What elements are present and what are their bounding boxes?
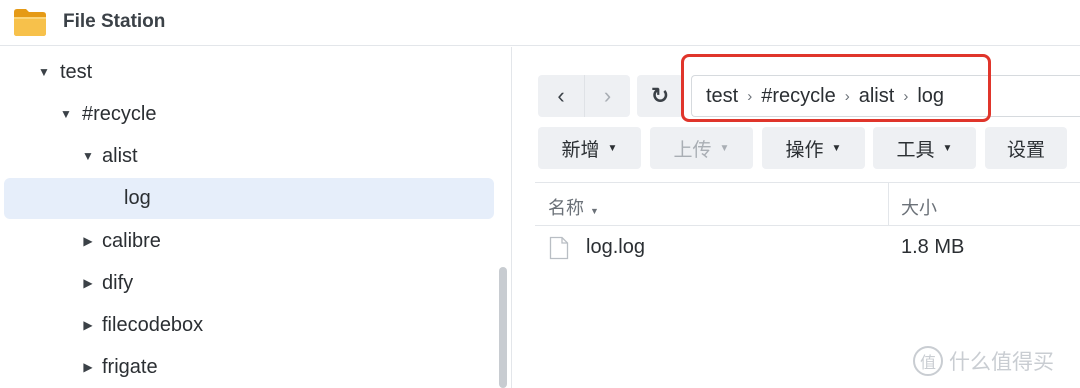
tree-item-label: #recycle: [82, 103, 157, 125]
tree-item-log[interactable]: log: [4, 178, 494, 219]
tree-item-calibre[interactable]: ▶ calibre: [4, 221, 494, 262]
create-button-label: 新增: [561, 139, 600, 161]
breadcrumb-separator: ›: [844, 87, 850, 105]
file-size: 1.8 MB: [901, 236, 965, 258]
upload-button-label: 上传: [673, 139, 712, 161]
file-list-header: 名称 ▼ 大小: [535, 182, 1080, 226]
settings-button-label: 设置: [1006, 139, 1045, 161]
breadcrumb-item[interactable]: log: [917, 85, 944, 108]
tree-item-label: frigate: [102, 356, 158, 378]
tools-button[interactable]: 工具 ▼: [873, 127, 976, 169]
file-station-window: File Station ▼ test ▼ #recycle ▼ alist l…: [0, 0, 1080, 388]
tree-item-filecodebox[interactable]: ▶ filecodebox: [4, 305, 494, 346]
watermark: 值 什么值得买: [913, 344, 1054, 378]
folder-tree: ▼ test ▼ #recycle ▼ alist log ▶ calibre …: [0, 47, 512, 388]
tree-item-test[interactable]: ▼ test: [4, 52, 494, 93]
file-pane: ‹ › ↻ test › #recycle › alist › log 新增 ▼ …: [513, 47, 1080, 388]
sort-caret-icon: ▼: [590, 206, 599, 216]
watermark-text: 什么值得买: [949, 351, 1054, 374]
column-divider[interactable]: [888, 183, 889, 225]
table-row[interactable]: log.log 1.8 MB: [535, 226, 1080, 270]
tree-item-label: log: [124, 187, 151, 209]
file-icon: [549, 236, 569, 260]
refresh-icon[interactable]: ↻: [637, 75, 683, 117]
caret-down-icon[interactable]: ▼: [36, 52, 52, 93]
tree-item-label: filecodebox: [102, 314, 204, 336]
tree-item-label: dify: [102, 272, 134, 294]
tree-item-label: calibre: [102, 230, 161, 252]
title-bar: File Station: [0, 0, 1080, 46]
caret-right-icon[interactable]: ▶: [80, 305, 96, 346]
tree-item-recycle[interactable]: ▼ #recycle: [4, 94, 494, 135]
breadcrumb-separator: ›: [747, 87, 753, 105]
chevron-left-icon[interactable]: ‹: [538, 75, 584, 117]
action-button[interactable]: 操作 ▼: [762, 127, 865, 169]
sidebar-scrollbar[interactable]: [497, 267, 509, 388]
caret-right-icon[interactable]: ▶: [80, 263, 96, 304]
tree-item-frigate[interactable]: ▶ frigate: [4, 347, 494, 388]
app-title: File Station: [63, 11, 166, 32]
history-nav: ‹ ›: [538, 75, 630, 117]
column-header-size[interactable]: 大小: [901, 194, 937, 220]
breadcrumb-item[interactable]: alist: [859, 85, 895, 108]
tree-item-label: alist: [102, 145, 138, 167]
folder-icon: [14, 9, 46, 36]
scrollbar-thumb[interactable]: [499, 267, 507, 388]
caret-right-icon[interactable]: ▶: [80, 347, 96, 388]
tree-item-label: test: [60, 61, 93, 83]
caret-down-icon: ▼: [831, 142, 842, 154]
caret-down-icon[interactable]: ▼: [80, 136, 96, 177]
upload-button[interactable]: 上传 ▼: [650, 127, 753, 169]
caret-down-icon: ▼: [942, 142, 953, 154]
action-button-label: 操作: [785, 139, 824, 161]
breadcrumb-item[interactable]: test: [706, 85, 738, 108]
tree-item-dify[interactable]: ▶ dify: [4, 263, 494, 304]
caret-down-icon: ▼: [719, 142, 730, 154]
caret-down-icon: ▼: [607, 142, 618, 154]
caret-right-icon[interactable]: ▶: [80, 221, 96, 262]
watermark-badge: 值: [913, 346, 943, 376]
chevron-right-icon[interactable]: ›: [584, 75, 630, 117]
breadcrumb-item[interactable]: #recycle: [761, 85, 835, 108]
breadcrumb-separator: ›: [903, 87, 909, 105]
caret-down-icon[interactable]: ▼: [58, 94, 74, 135]
file-name: log.log: [586, 236, 645, 258]
create-button[interactable]: 新增 ▼: [538, 127, 641, 169]
column-header-label: 名称: [548, 198, 584, 218]
tools-button-label: 工具: [896, 139, 935, 161]
tree-item-alist[interactable]: ▼ alist: [4, 136, 494, 177]
column-header-name[interactable]: 名称 ▼: [548, 194, 599, 220]
breadcrumb[interactable]: test › #recycle › alist › log: [691, 75, 1080, 117]
settings-button[interactable]: 设置: [985, 127, 1067, 169]
